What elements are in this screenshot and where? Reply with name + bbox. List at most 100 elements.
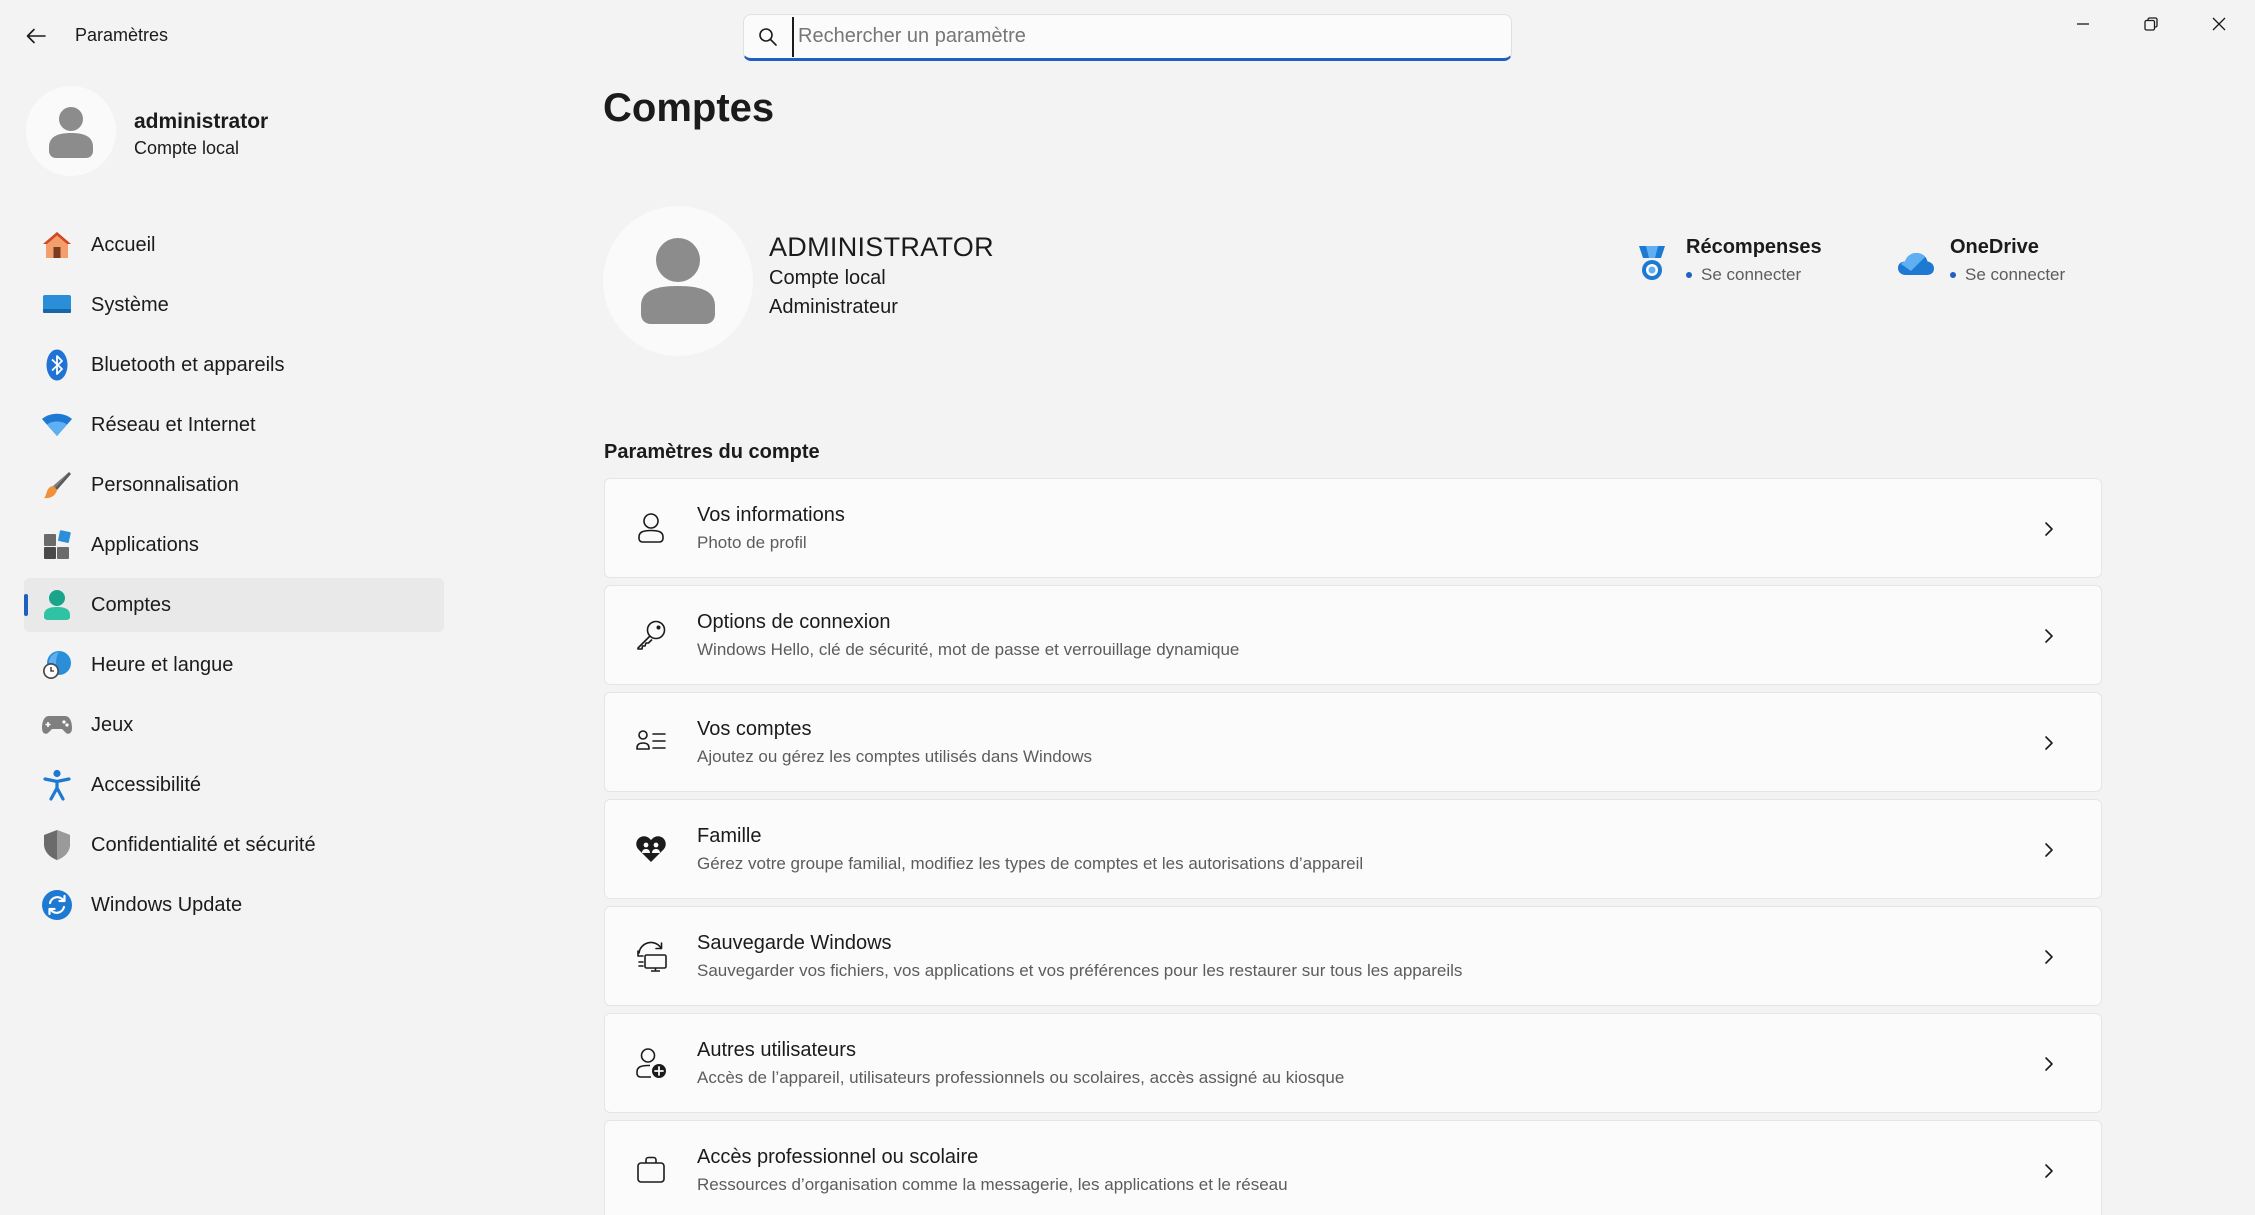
- briefcase-icon: [631, 1150, 671, 1190]
- backup-icon: [631, 936, 671, 976]
- card-subtitle: Sauvegarder vos fichiers, vos applicatio…: [697, 960, 1463, 980]
- chevron-right-icon: [2039, 519, 2059, 539]
- onedrive-icon: [1894, 242, 1938, 286]
- sidebar-item-heure-langue[interactable]: Heure et langue: [24, 638, 444, 692]
- sidebar-item-label: Personnalisation: [91, 473, 239, 496]
- rewards-status-label: Se connecter: [1701, 265, 1802, 284]
- card-famille[interactable]: Famille Gérez votre groupe familial, mod…: [604, 799, 2102, 899]
- card-acces-professionnel[interactable]: Accès professionnel ou scolaire Ressourc…: [604, 1120, 2102, 1215]
- card-subtitle: Gérez votre groupe familial, modifiez le…: [697, 853, 1364, 873]
- update-icon: [38, 886, 76, 924]
- back-arrow-icon: [26, 28, 46, 44]
- add-person-icon: [631, 1043, 671, 1083]
- sidebar-item-reseau[interactable]: Réseau et Internet: [24, 398, 444, 452]
- card-subtitle: Windows Hello, clé de sécurité, mot de p…: [697, 639, 1240, 659]
- search-input[interactable]: [792, 16, 1511, 57]
- sidebar-item-label: Heure et langue: [91, 653, 234, 676]
- accessibility-icon: [38, 766, 76, 804]
- minimize-icon: [2077, 23, 2089, 25]
- profile-name: administrator: [134, 110, 269, 133]
- sidebar-item-bluetooth[interactable]: Bluetooth et appareils: [24, 338, 444, 392]
- sidebar-item-label: Accessibilité: [91, 773, 202, 796]
- rewards-status[interactable]: Se connecter: [1686, 265, 1822, 285]
- chevron-right-icon: [2039, 947, 2059, 967]
- card-vos-comptes[interactable]: Vos comptes Ajoutez ou gérez les comptes…: [604, 692, 2102, 792]
- onedrive-status-label: Se connecter: [1965, 265, 2066, 284]
- card-title: Options de connexion: [697, 610, 891, 633]
- account-role: Administrateur: [769, 296, 898, 318]
- card-vos-informations[interactable]: Vos informations Photo de profil: [604, 478, 2102, 578]
- chevron-right-icon: [2039, 1054, 2059, 1074]
- sidebar-item-label: Jeux: [91, 713, 134, 736]
- account-type: Compte local: [769, 267, 886, 289]
- section-title: Paramètres du compte: [604, 441, 820, 463]
- sidebar-nav: Accueil Système Bluetooth et appareils R…: [24, 218, 444, 938]
- sidebar-item-accessibilite[interactable]: Accessibilité: [24, 758, 444, 812]
- restore-icon: [2144, 17, 2158, 31]
- rewards-title: Récompenses: [1686, 236, 1822, 258]
- system-icon: [38, 286, 76, 324]
- wifi-icon: [38, 406, 76, 444]
- account-avatar[interactable]: [603, 206, 753, 356]
- card-title: Accès professionnel ou scolaire: [697, 1145, 979, 1168]
- user-avatar-icon: [641, 238, 715, 324]
- onedrive-title: OneDrive: [1950, 236, 2039, 258]
- sidebar-item-label: Windows Update: [91, 893, 243, 916]
- clock-globe-icon: [38, 646, 76, 684]
- sidebar-item-label: Réseau et Internet: [91, 413, 256, 436]
- sidebar-profile[interactable]: administrator Compte local: [26, 86, 446, 178]
- account-display-name: ADMINISTRATOR: [769, 232, 994, 262]
- search-icon: [744, 15, 792, 59]
- status-dot: [1686, 272, 1692, 278]
- accounts-icon: [38, 586, 76, 624]
- sidebar-item-confidentialite[interactable]: Confidentialité et sécurité: [24, 818, 444, 872]
- sidebar-item-accueil[interactable]: Accueil: [24, 218, 444, 272]
- card-subtitle: Accès de l’appareil, utilisateurs profes…: [697, 1067, 1345, 1087]
- bluetooth-icon: [38, 346, 76, 384]
- sidebar-item-label: Système: [91, 293, 169, 316]
- back-button[interactable]: [14, 16, 58, 56]
- home-icon: [38, 226, 76, 264]
- sidebar-item-systeme[interactable]: Système: [24, 278, 444, 332]
- card-title: Sauvegarde Windows: [697, 931, 892, 954]
- card-subtitle: Ajoutez ou gérez les comptes utilisés da…: [697, 746, 1092, 766]
- user-avatar-icon: [49, 107, 93, 158]
- chevron-right-icon: [2039, 1161, 2059, 1181]
- card-options-connexion[interactable]: Options de connexion Windows Hello, clé …: [604, 585, 2102, 685]
- card-sauvegarde-windows[interactable]: Sauvegarde Windows Sauvegarder vos fichi…: [604, 906, 2102, 1006]
- card-autres-utilisateurs[interactable]: Autres utilisateurs Accès de l’appareil,…: [604, 1013, 2102, 1113]
- rewards-link[interactable]: Récompenses Se connecter: [1630, 236, 1822, 296]
- sidebar-item-applications[interactable]: Applications: [24, 518, 444, 572]
- rewards-icon: [1630, 242, 1674, 286]
- account-settings-list: Vos informations Photo de profil Options…: [604, 478, 2102, 1215]
- sidebar-item-windows-update[interactable]: Windows Update: [24, 878, 444, 932]
- sidebar-item-label: Comptes: [91, 593, 172, 616]
- card-subtitle: Photo de profil: [697, 532, 807, 552]
- gamepad-icon: [38, 706, 76, 744]
- family-heart-icon: [631, 829, 671, 869]
- sidebar-item-label: Bluetooth et appareils: [91, 353, 285, 376]
- card-title: Vos informations: [697, 503, 845, 526]
- sidebar-item-label: Applications: [91, 533, 199, 556]
- shield-icon: [38, 826, 76, 864]
- person-icon: [631, 508, 671, 548]
- sidebar-item-jeux[interactable]: Jeux: [24, 698, 444, 752]
- sidebar-item-comptes[interactable]: Comptes: [24, 578, 444, 632]
- profile-account-type: Compte local: [134, 138, 240, 158]
- minimize-button[interactable]: [2049, 0, 2117, 48]
- restore-button[interactable]: [2117, 0, 2185, 48]
- chevron-right-icon: [2039, 733, 2059, 753]
- card-title: Famille: [697, 824, 762, 847]
- apps-icon: [38, 526, 76, 564]
- close-button[interactable]: [2185, 0, 2253, 48]
- sidebar-item-personnalisation[interactable]: Personnalisation: [24, 458, 444, 512]
- onedrive-link[interactable]: OneDrive Se connecter: [1894, 236, 2065, 296]
- app-title: Paramètres: [75, 25, 169, 45]
- status-dot: [1950, 272, 1956, 278]
- key-icon: [631, 615, 671, 655]
- onedrive-status[interactable]: Se connecter: [1950, 265, 2065, 285]
- avatar: [26, 86, 116, 176]
- chevron-right-icon: [2039, 840, 2059, 860]
- people-list-icon: [631, 722, 671, 762]
- search-box[interactable]: [743, 14, 1512, 61]
